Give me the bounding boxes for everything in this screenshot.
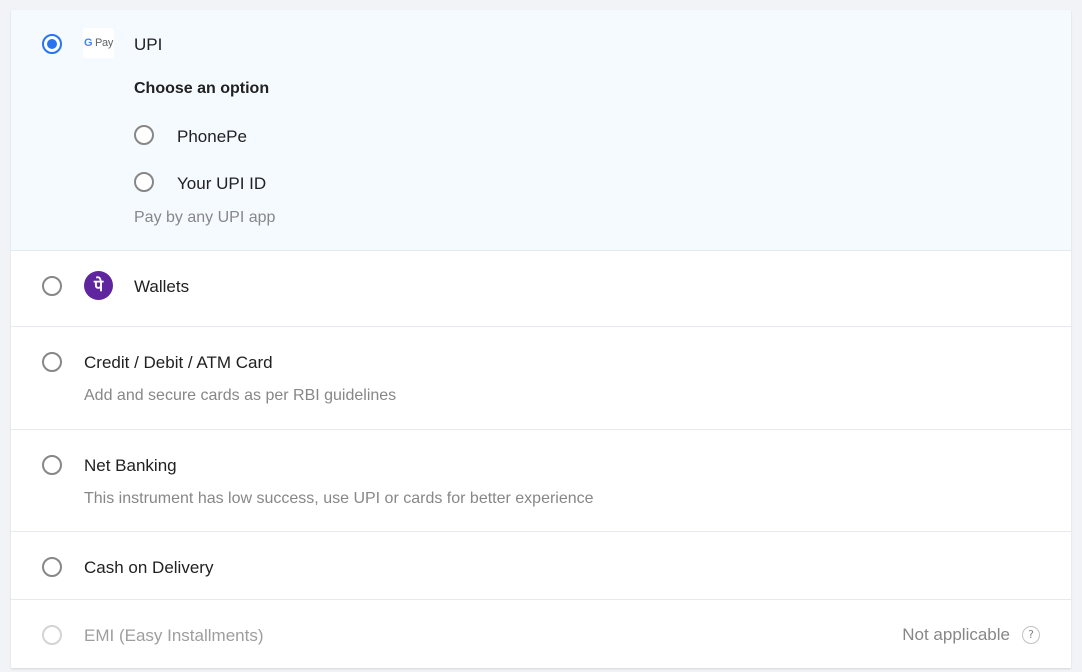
card-radio[interactable]: [42, 352, 62, 372]
card-label: Credit / Debit / ATM Card: [84, 353, 273, 372]
help-icon[interactable]: ?: [1022, 626, 1040, 644]
upi-radio[interactable]: [42, 34, 62, 54]
upi-note: Pay by any UPI app: [134, 209, 276, 226]
gpay-logo-g: G: [83, 37, 93, 49]
cod-label: Cash on Delivery: [84, 558, 214, 577]
gpay-logo-icon: G Pay: [83, 28, 114, 58]
payment-option-netbanking[interactable]: Net Banking This instrument has low succ…: [11, 430, 1071, 532]
wallets-label: Wallets: [134, 277, 190, 296]
upi-id-radio[interactable]: [134, 172, 154, 192]
payment-option-card[interactable]: Credit / Debit / ATM Card Add and secure…: [11, 327, 1071, 430]
payment-option-emi: EMI (Easy Installments) Not applicable ?: [11, 600, 1071, 668]
payment-option-wallets[interactable]: पे Wallets: [11, 251, 1071, 327]
upi-id-label[interactable]: Your UPI ID: [177, 174, 266, 194]
emi-label: EMI (Easy Installments): [84, 626, 264, 645]
cod-radio[interactable]: [42, 557, 62, 577]
phonepe-label[interactable]: PhonePe: [177, 127, 247, 147]
gpay-logo-text: Pay: [94, 37, 114, 49]
netbanking-note: This instrument has low success, use UPI…: [84, 490, 594, 507]
choose-option-heading: Choose an option: [134, 80, 270, 97]
payment-options-panel: G Pay UPI Choose an option PhonePe Your …: [11, 10, 1071, 668]
upi-label: UPI: [134, 35, 163, 54]
payment-option-cod[interactable]: Cash on Delivery: [11, 532, 1071, 600]
emi-status: Not applicable: [902, 625, 1010, 644]
payment-option-upi[interactable]: G Pay UPI Choose an option PhonePe Your …: [11, 10, 1071, 251]
wallets-radio[interactable]: [42, 276, 62, 296]
phonepe-radio[interactable]: [134, 125, 154, 145]
netbanking-radio[interactable]: [42, 455, 62, 475]
card-note: Add and secure cards as per RBI guidelin…: [84, 387, 397, 404]
phonepe-logo-icon: पे: [84, 271, 113, 300]
netbanking-label: Net Banking: [84, 456, 177, 475]
emi-radio: [42, 625, 62, 645]
